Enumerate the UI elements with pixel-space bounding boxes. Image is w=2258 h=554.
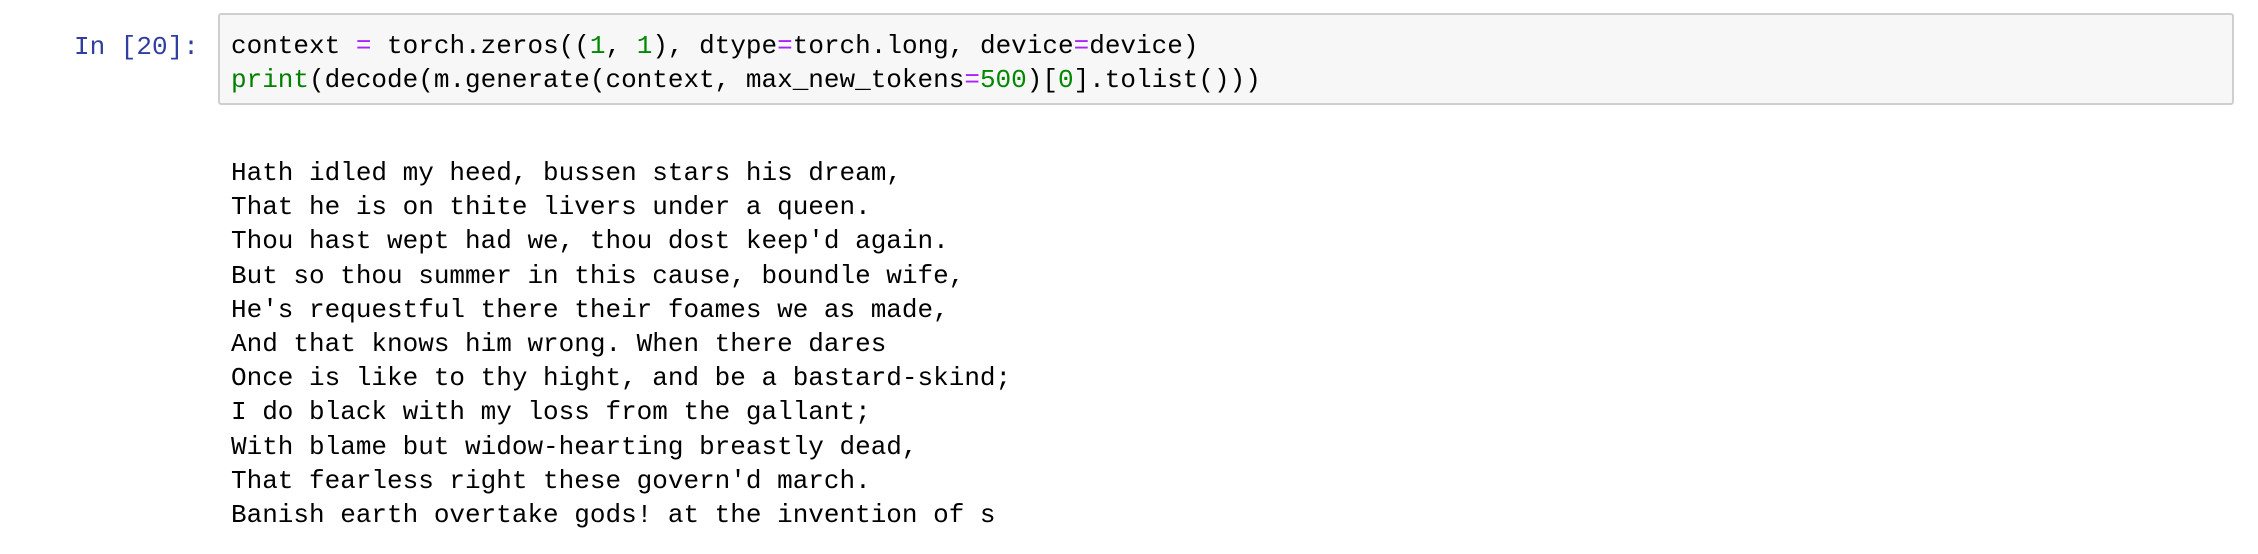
code-token: device)	[1089, 31, 1199, 61]
output-line: Thou hast wept had we, thou dost keep'd …	[231, 226, 949, 257]
code-operator: =	[777, 31, 793, 61]
code-token: ), dtype	[652, 31, 778, 61]
cell-output: Hath idled my heed, bussen stars his dre…	[231, 156, 2211, 532]
code-line[interactable]: print(decode(m.generate(context, max_new…	[231, 63, 1261, 97]
code-operator: =	[964, 65, 980, 95]
code-token: ].tolist()))	[1073, 65, 1261, 95]
code-token: torch.long, device	[792, 31, 1074, 61]
code-token: (decode(m.generate(context, max_new_toke…	[309, 65, 965, 95]
code-line[interactable]: context = torch.zeros((1, 1), dtype=torc…	[231, 29, 1198, 63]
output-line: Hath idled my heed, bussen stars his dre…	[231, 158, 902, 188]
code-token: torch.zeros((	[371, 31, 590, 61]
code-editor[interactable]: context = torch.zeros((1, 1), dtype=torc…	[218, 13, 2234, 105]
output-line: And that knows him wrong. When there dar…	[231, 329, 887, 360]
code-token: )[	[1026, 65, 1058, 95]
output-line: That fearless right these govern'd march…	[231, 465, 871, 496]
code-builtin: print	[231, 65, 310, 95]
output-line: Once is like to thy hight, and be a bast…	[231, 363, 1012, 394]
input-prompt: In [20]:	[74, 32, 199, 62]
code-number: 1	[636, 31, 653, 61]
output-line: But so thou summer in this cause, boundl…	[231, 260, 965, 291]
output-line: I do black with my loss from the gallant…	[231, 397, 871, 428]
output-line: Banish earth overtake gods! at the inven…	[231, 500, 996, 531]
code-number: 1	[589, 31, 606, 61]
code-operator: =	[1073, 31, 1090, 61]
code-number: 500	[979, 65, 1027, 95]
code-operator: =	[355, 31, 372, 61]
output-line: With blame but widow-hearting breastly d…	[231, 431, 918, 462]
output-line: That he is on thite livers under a queen…	[231, 192, 871, 223]
code-token: context	[231, 31, 356, 61]
output-line: He's requestful there their foames we as…	[231, 294, 949, 325]
code-number: 0	[1057, 65, 1074, 95]
code-token: ,	[605, 31, 637, 61]
